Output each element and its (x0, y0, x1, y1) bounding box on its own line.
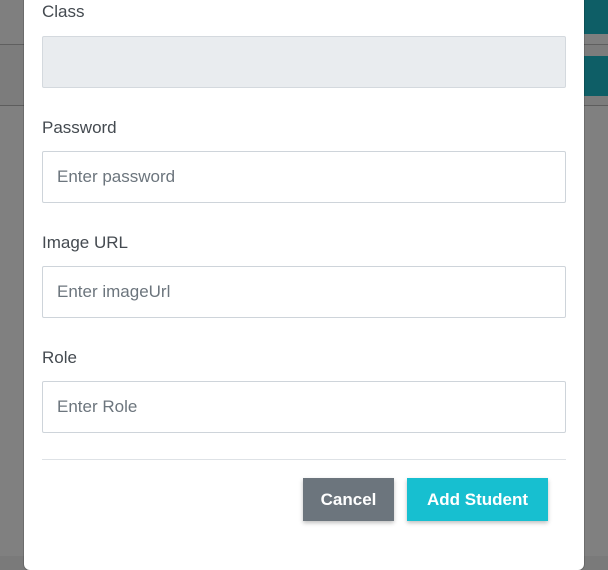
role-label: Role (42, 348, 77, 367)
image-url-label: Image URL (42, 233, 128, 252)
add-student-button[interactable]: Add Student (407, 478, 548, 521)
add-student-modal: Class Password Image URL Role Cancel Add… (24, 0, 584, 570)
password-field[interactable] (42, 151, 566, 203)
class-field (42, 36, 566, 88)
class-label: Class (42, 2, 85, 21)
password-label: Password (42, 118, 117, 137)
cancel-button[interactable]: Cancel (303, 478, 394, 521)
footer-divider (42, 459, 566, 460)
role-field[interactable] (42, 381, 566, 433)
image-url-field[interactable] (42, 266, 566, 318)
